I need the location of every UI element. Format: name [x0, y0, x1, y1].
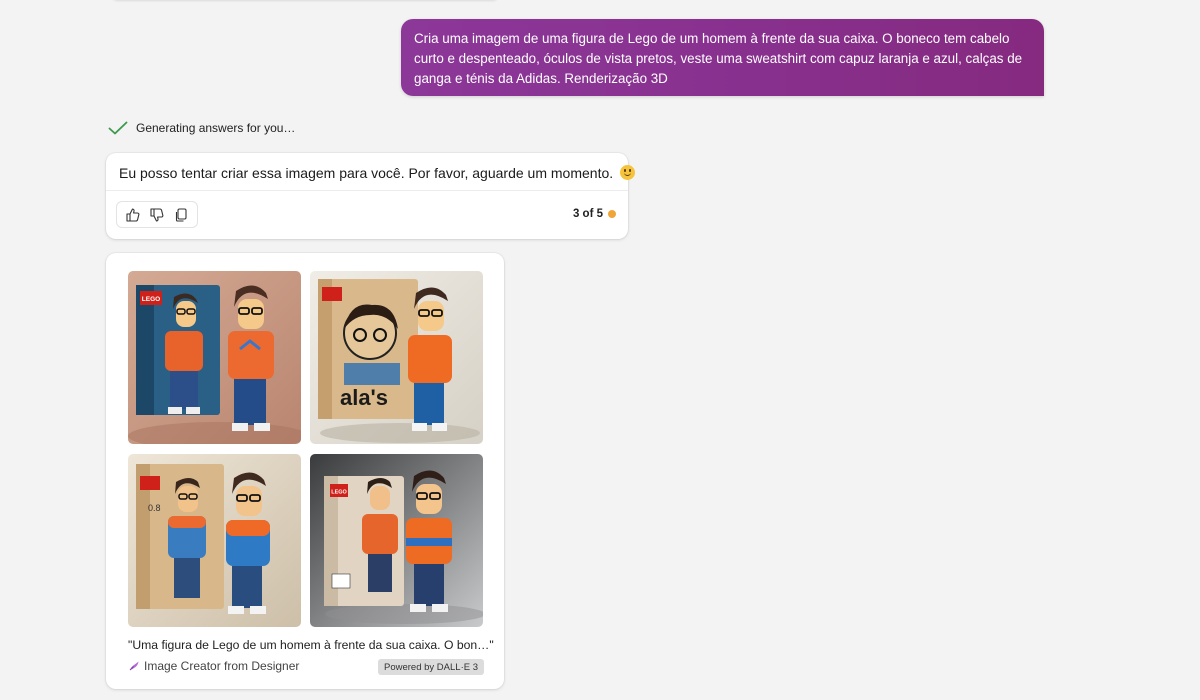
image-caption: "Uma figura de Lego de um homem à frente… [128, 638, 494, 652]
status-text: Generating answers for you… [136, 121, 296, 135]
thumbs-up-button[interactable] [123, 205, 143, 225]
powered-by-badge: Powered by DALL·E 3 [378, 659, 484, 675]
copy-button[interactable] [171, 205, 191, 225]
image-creator-label: Image Creator from Designer [144, 659, 300, 673]
generation-status: Generating answers for you… [108, 119, 295, 137]
lego-figure-image: LEGO [128, 271, 301, 444]
copy-icon [175, 207, 187, 222]
thumbs-down-button[interactable] [147, 205, 167, 225]
answer-text: Eu posso tentar criar essa imagem para v… [119, 165, 614, 181]
generated-image-1[interactable]: LEGO [128, 271, 301, 444]
box-logo-text: LEGO [331, 490, 347, 496]
lego-figure-image: ala's [310, 271, 483, 444]
answer-text-row: Eu posso tentar criar essa imagem para v… [119, 163, 636, 183]
box-logo-text: LEGO [142, 296, 160, 303]
image-creator-link[interactable]: Image Creator from Designer [128, 659, 299, 673]
box-brand-text: ala's [340, 385, 388, 410]
user-message-line: Cria uma imagem de uma figura de Lego de… [414, 31, 1010, 46]
thumbs-down-icon [150, 207, 164, 222]
generated-image-2[interactable]: ala's [310, 271, 483, 444]
checkmark-icon [108, 121, 128, 135]
lego-figure-image: LEGO [310, 454, 483, 627]
powered-by-text: Powered by DALL·E 3 [384, 661, 478, 673]
assistant-answer-card: Eu posso tentar criar essa imagem para v… [106, 153, 636, 239]
feedback-toolbar [116, 201, 198, 228]
generated-image-3[interactable]: 0.8 [128, 454, 301, 627]
smiling-face-emoji [620, 165, 636, 180]
user-message-bubble: Cria uma imagem de uma figura de Lego de… [401, 19, 1044, 96]
thumbs-up-icon [126, 207, 140, 222]
counter-text: 3 of 5 [572, 208, 603, 220]
image-creator-icon [129, 661, 139, 671]
lego-figure-image: 0.8 [128, 454, 301, 627]
response-counter: 3 of 5 [573, 208, 616, 220]
user-message-line: ganga e ténis da Adidas. Renderização 3D [414, 71, 668, 86]
box-number-text: 0.8 [148, 503, 161, 513]
generated-image-4[interactable]: LEGO [310, 454, 483, 627]
divider [106, 190, 628, 191]
counter-status-dot [608, 210, 616, 218]
user-message-line: curto e despenteado, óculos de vista pre… [414, 51, 1023, 66]
image-results-card: LEGO ala's 0.8 LEGO "Uma figura de Lego … [106, 253, 504, 689]
